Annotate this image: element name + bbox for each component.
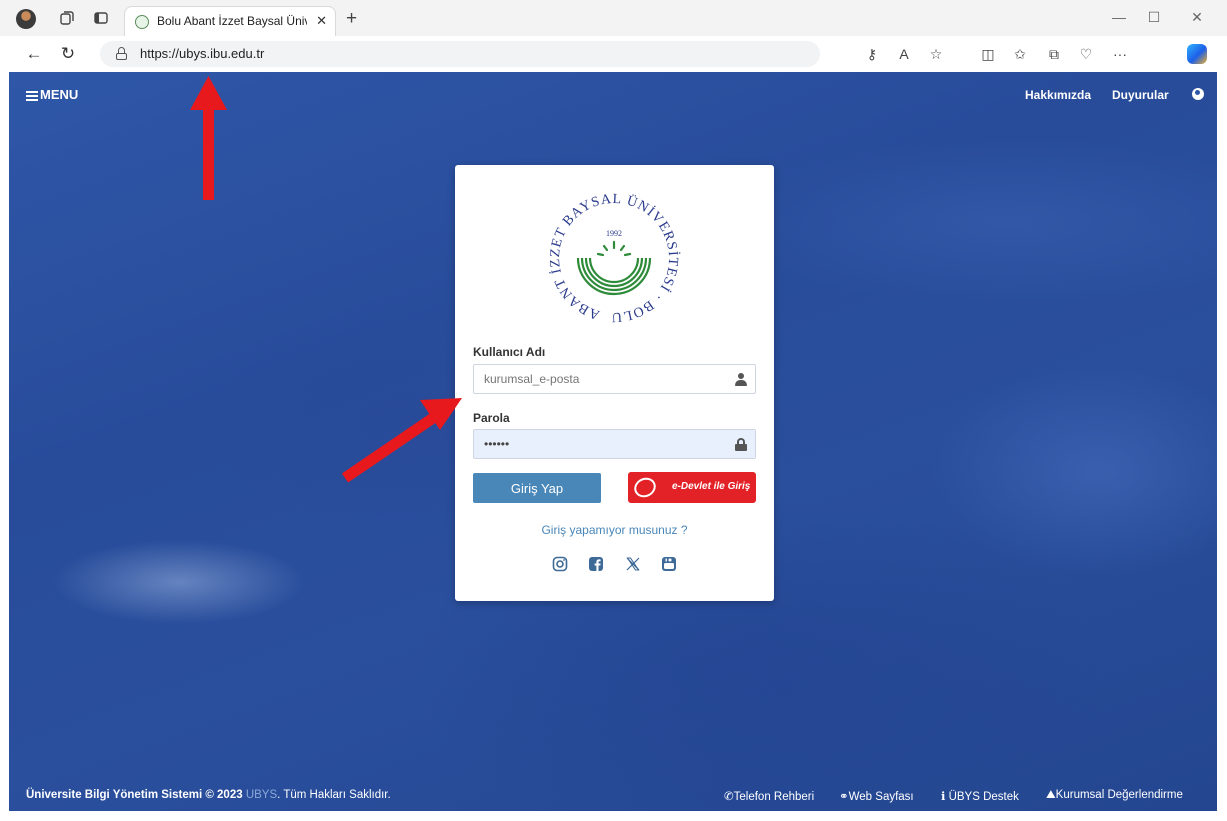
heart-icon[interactable]: ♡ [1076,45,1096,63]
menu-button[interactable]: MENU [26,87,78,103]
copilot-icon[interactable] [1187,44,1207,64]
annotation-arrow-up [190,76,227,200]
close-window-button[interactable]: ✕ [1184,6,1210,28]
address-bar-row: ← ↻ https://ubys.ibu.edu.tr ⚷ A ☆ ◫ ✩ ⧉ … [0,36,1227,72]
collections-icon[interactable]: ⧉ [1044,45,1064,63]
browser-tab[interactable]: Bolu Abant İzzet Baysal Üniversit ✕ [124,6,336,36]
login-card: ABANT İZZET BAYSAL ÜNİVERSİTESİ · BOLU 1… [455,165,774,601]
key-icon[interactable]: ⚷ [862,45,882,63]
username-label: Kullanıcı Adı [473,345,546,359]
tab-bar: Bolu Abant İzzet Baysal Üniversit ✕ + — … [0,0,1227,36]
new-tab-button[interactable]: + [346,8,357,30]
footer-institutional-eval[interactable]: ⛰Kurumsal Değerlendirme [1046,789,1183,802]
workspaces-icon[interactable] [58,10,76,28]
profile-avatar[interactable] [16,9,36,29]
footer-ubys-support[interactable]: ℹ ÜBYS Destek [941,789,1019,803]
edevlet-login-button[interactable]: e-Devlet ile Giriş [628,472,756,503]
hamburger-icon [26,89,38,103]
logo-text: ABANT İZZET BAYSAL ÜNİVERSİTESİ · BOLU [548,192,680,324]
youtube-icon[interactable] [661,556,677,572]
footer-web-label: Web Sayfası [848,791,914,803]
edevlet-logo-icon [631,474,659,501]
browser-chrome: Bolu Abant İzzet Baysal Üniversit ✕ + — … [0,0,1227,72]
address-bar[interactable]: https://ubys.ibu.edu.tr [100,41,820,67]
nav-announcements[interactable]: Duyurular [1112,88,1169,102]
password-label: Parola [473,411,510,425]
tab-close-icon[interactable]: ✕ [316,13,327,29]
favicon-icon [135,15,149,29]
tab-title: Bolu Abant İzzet Baysal Üniversit [157,14,307,28]
lock-icon[interactable] [116,47,127,60]
footer-eval-label: Kurumsal Değerlendirme [1055,789,1183,801]
footer-support-label: ÜBYS Destek [948,791,1019,803]
user-icon [735,373,747,386]
footer-phone-directory[interactable]: ✆Telefon Rehberi [724,789,814,803]
globe-icon[interactable] [1192,88,1204,100]
username-field[interactable] [473,364,756,394]
password-input[interactable] [474,430,755,458]
footer-system-name: Üniversite Bilgi Yönetim Sistemi © 2023 [26,789,243,801]
info-icon: ℹ [941,791,949,803]
edevlet-label: e-Devlet ile Giriş [672,481,751,492]
instagram-icon[interactable] [552,556,568,572]
footer-web-page[interactable]: ⚭Web Sayfası [839,789,914,803]
vertical-tabs-icon[interactable] [92,10,110,28]
maximize-button[interactable]: ☐ [1141,6,1167,28]
footer-copyright: Üniversite Bilgi Yönetim Sistemi © 2023 … [26,789,391,801]
x-icon[interactable] [625,556,641,572]
split-screen-icon[interactable]: ◫ [978,45,998,63]
lock-icon [735,438,747,451]
university-logo: ABANT İZZET BAYSAL ÜNİVERSİTESİ · BOLU 1… [548,192,681,324]
menu-label: MENU [40,87,79,102]
login-button[interactable]: Giriş Yap [473,473,601,503]
logo-year: 1992 [606,229,622,238]
settings-more-icon[interactable]: ··· [1110,45,1130,63]
facebook-icon[interactable] [588,556,604,572]
phone-icon: ✆ [724,791,734,803]
favorites-icon[interactable]: ✩ [1010,45,1030,63]
read-aloud-icon[interactable]: A [894,45,914,63]
minimize-button[interactable]: — [1106,6,1132,28]
forgot-login-link[interactable]: Giriş yapamıyor musunuz ? [455,523,774,537]
footer-ubys-link[interactable]: UBYS [246,789,277,801]
footer-phone-label: Telefon Rehberi [733,791,815,803]
link-icon: ⚭ [839,791,849,803]
nav-about[interactable]: Hakkımızda [1025,88,1091,102]
refresh-button[interactable]: ↻ [58,44,78,64]
chart-area-icon: ⛰ [1046,789,1056,801]
annotation-arrow-diagonal [341,398,462,483]
favorite-star-icon[interactable]: ☆ [926,45,946,63]
footer-rights: . Tüm Hakları Saklıdır. [277,789,391,801]
back-button[interactable]: ← [24,44,44,64]
username-input[interactable] [474,365,755,393]
url-text[interactable]: https://ubys.ibu.edu.tr [140,46,264,61]
social-links [455,555,774,573]
password-field[interactable] [473,429,756,459]
svg-text:ABANT İZZET BAYSAL ÜNİVERSİTES: ABANT İZZET BAYSAL ÜNİVERSİTESİ · BOLU [548,192,681,324]
